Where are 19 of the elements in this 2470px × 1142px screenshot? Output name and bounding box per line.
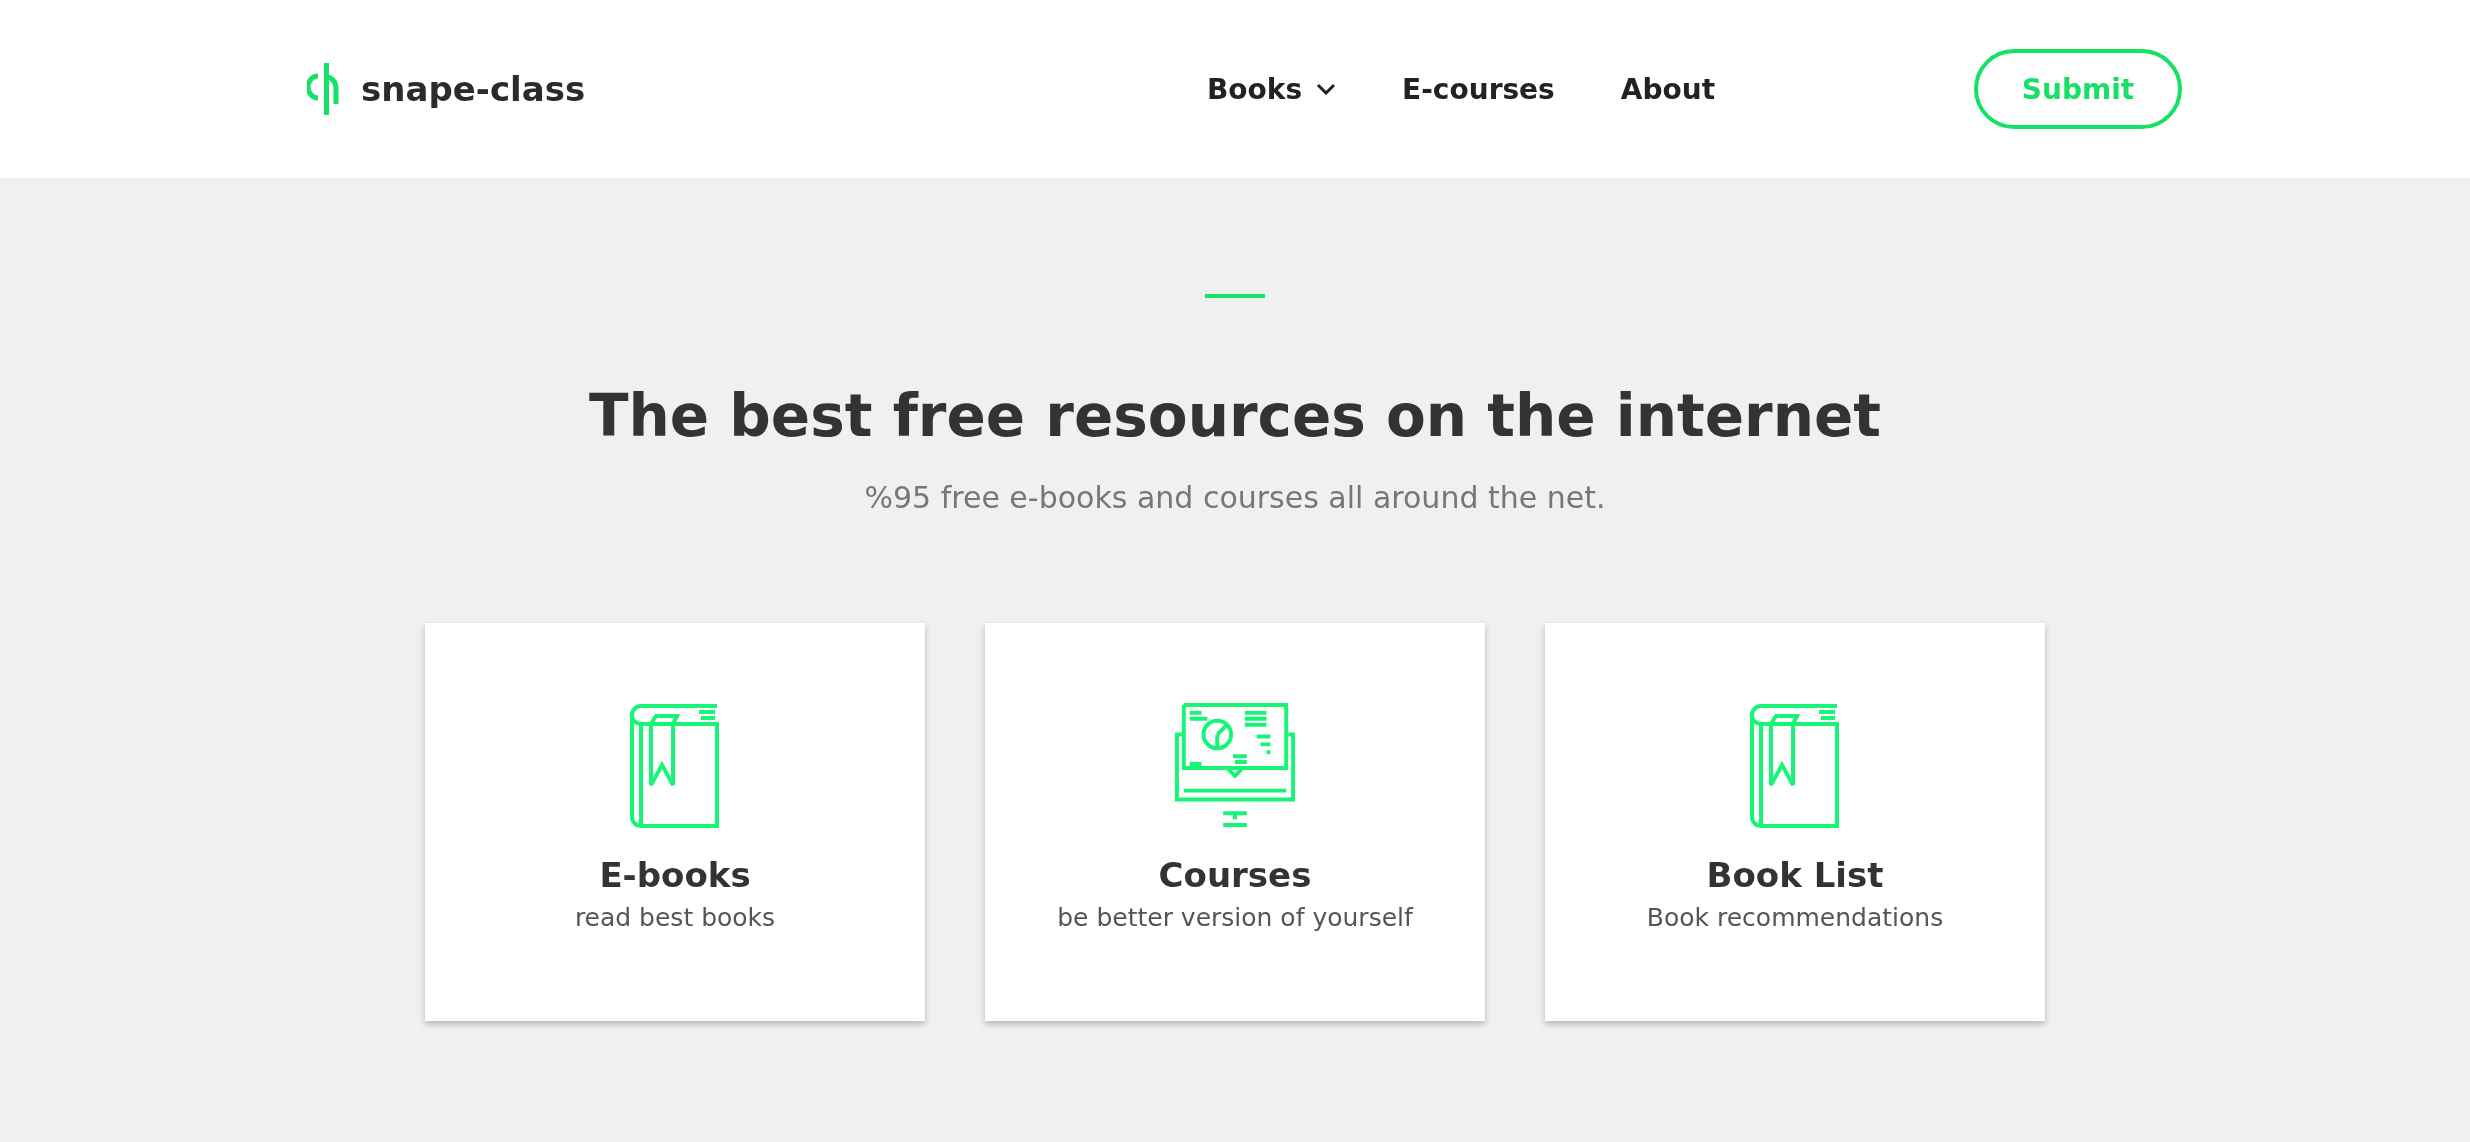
book-icon [629,703,721,829]
book-icon [1749,703,1841,829]
hero-subtitle: %95 free e-books and courses all around the net. [864,480,1606,515]
resource-card[interactable]: Courses be better version of yourself [985,623,1485,1021]
logo-text: snape-class [361,69,586,109]
card-subtitle: be better version of yourself [1057,903,1413,932]
resource-card[interactable]: E-books read best books [425,623,925,1021]
hero-title: The best free resources on the internet [588,382,1882,450]
card-title: Courses [1158,855,1312,895]
nav-link[interactable]: About [1620,72,1716,106]
nav-link[interactable]: Books [1207,72,1337,106]
chevron-down-icon [1316,83,1337,95]
card-title: Book List [1706,855,1884,895]
card-subtitle: read best books [574,903,776,932]
nav-link[interactable]: E-courses [1402,72,1555,106]
card-subtitle: Book recommendations [1646,903,1944,932]
monitor-icon [1173,703,1297,829]
resource-card[interactable]: Book List Book recommendations [1545,623,2045,1021]
card-title: E-books [599,855,751,895]
